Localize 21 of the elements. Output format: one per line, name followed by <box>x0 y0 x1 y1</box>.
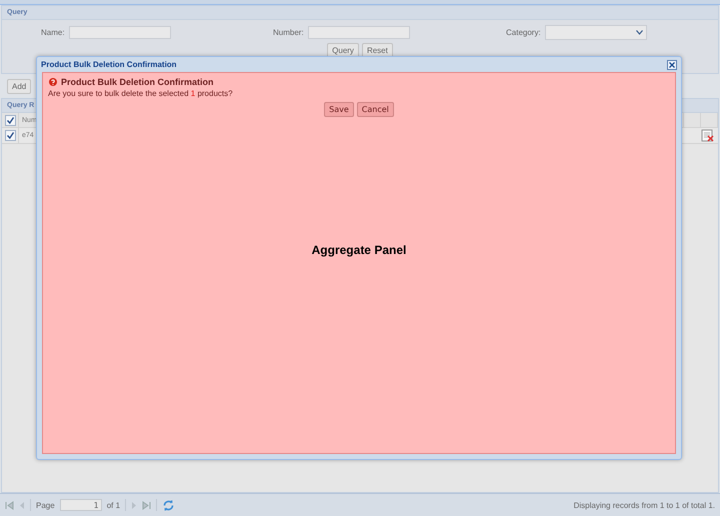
question-icon[interactable] <box>49 78 57 86</box>
delete-icon[interactable] <box>701 129 714 142</box>
page-input[interactable]: 1 <box>60 499 102 511</box>
add-button[interactable]: Add <box>7 78 32 94</box>
paging-status: Displaying records from 1 to 1 of total 1. <box>574 500 715 510</box>
chevron-down-icon[interactable] <box>636 30 643 35</box>
field-label: Name: <box>41 28 65 37</box>
input-field[interactable] <box>68 26 171 39</box>
field-label: Number: <box>273 28 304 37</box>
panel-label: Aggregate Panel <box>312 243 406 257</box>
page-count: of 1 <box>106 500 120 510</box>
page-label: Page <box>36 500 55 510</box>
input-field[interactable] <box>308 26 410 39</box>
refresh-icon[interactable] <box>162 498 176 512</box>
dialog-button[interactable]: Save <box>324 102 354 117</box>
close-icon[interactable] <box>667 60 677 70</box>
confirmation-heading: Product Bulk Deletion Confirmation <box>61 77 214 87</box>
field-label: Category: <box>506 28 541 37</box>
dialog-button[interactable]: Cancel <box>356 102 394 117</box>
dialog-title: Product Bulk Deletion Confirmation <box>41 60 177 69</box>
confirmation-message: Are you sure to bulk delete the selected 1 products? <box>48 89 234 98</box>
